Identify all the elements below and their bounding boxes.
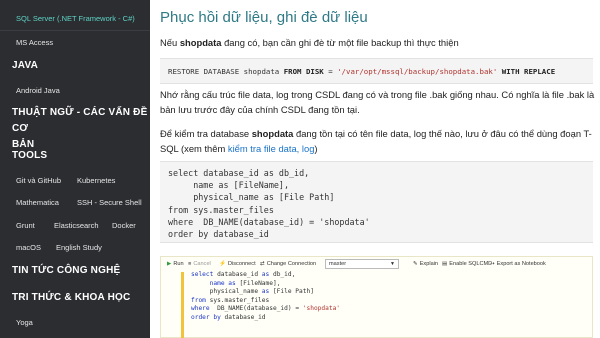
code-block-restore: RESTORE DATABASE shopdata FROM DISK = '/… (160, 58, 593, 84)
cancel-button[interactable]: ■ Cancel (188, 261, 211, 267)
sidebar-item-yoga[interactable]: Yoga (16, 318, 33, 327)
database-select[interactable]: master ▼ (325, 259, 399, 269)
change-connection-button[interactable]: ⇄ Change Connection (260, 261, 316, 267)
section-title: Phục hồi dữ liệu, ghi đè dữ liệu (160, 9, 368, 26)
paragraph-note: Nhớ rằng cấu trúc file data, log trong C… (160, 89, 595, 115)
sidebar-heading-tin-tuc[interactable]: TIN TỨC CÔNG NGHỆ (12, 263, 120, 279)
link-check-files[interactable]: kiểm tra file data, log (228, 143, 315, 154)
explain-icon: ✎ (413, 261, 418, 267)
change-marker (181, 272, 184, 338)
sql-line: physical_name as [File Path] (191, 288, 314, 296)
sidebar-item-android-java[interactable]: Android Java (16, 86, 60, 95)
editor-screenshot: ▶ Run ■ Cancel ⚡ Disconnect ⇄ Change Connect… (160, 256, 593, 338)
sidebar-item-ssh[interactable]: SSH - Secure Shell (77, 198, 142, 207)
code-line: physical_name as [File Path] (168, 192, 335, 203)
paragraph-intro: Nếu shopdata đang có, bạn cần ghi đè từ … (160, 37, 459, 48)
code-line: where DB_NAME(database_id) = 'shopdata' (168, 216, 370, 227)
disconnect-button[interactable]: ⚡ Disconnect (219, 261, 256, 267)
export-notebook-button[interactable]: ⇢ Export as Notebook (490, 261, 546, 267)
sidebar-item-elasticsearch[interactable]: Elasticsearch (54, 221, 99, 230)
sidebar-item-grunt[interactable]: Grunt (16, 221, 35, 230)
sql-line: select database_id as db_id, (191, 271, 296, 278)
export-icon: ⇢ (490, 261, 495, 267)
sidebar-item-english-study[interactable]: English Study (56, 243, 102, 252)
play-icon: ▶ (167, 261, 172, 267)
paragraph-check: Để kiểm tra database shopdata đang tồn t… (160, 128, 592, 154)
sql-text: select database_id as db_id, name as [Fi… (191, 271, 340, 323)
connection-icon: ⇄ (260, 261, 265, 267)
sql-line: order by database_id (191, 313, 266, 321)
sidebar-heading-thuat-ngu-line1: THUẬT NGỮ - CÁC VẤN ĐỀ CƠ (12, 107, 148, 134)
stop-icon: ■ (188, 261, 192, 267)
explain-button[interactable]: ✎ Explain (413, 261, 438, 267)
query-toolbar: ▶ Run ■ Cancel ⚡ Disconnect ⇄ Change Connect… (161, 257, 592, 272)
sidebar-nav: SQL Server (.NET Framework - C#) MS Acce… (0, 0, 150, 338)
sidebar-item-kubernetes[interactable]: Kubernetes (77, 176, 115, 185)
sql-line: where DB_NAME(database_id) = 'shopdata' (191, 305, 341, 313)
run-button[interactable]: ▶ Run (167, 261, 184, 267)
code-line: name as [FileName], (168, 180, 290, 191)
sidebar-item-docker[interactable]: Docker (112, 221, 136, 230)
sql-editor[interactable]: select database_id as db_id, name as [Fi… (161, 271, 592, 338)
code-block-query: select database_id as db_id, name as [Fi… (160, 161, 593, 243)
sql-line: name as [FileName], (209, 279, 281, 287)
sidebar-heading-java[interactable]: JAVA (12, 58, 38, 74)
code-line: order by database_id (168, 229, 269, 240)
article-content: Phục hồi dữ liệu, ghi đè dữ liệu Nếu sho… (150, 0, 600, 338)
sidebar-heading-tools[interactable]: TOOLS (12, 148, 47, 164)
sql-line: from sys.master_files (191, 296, 270, 304)
sqlcmd-icon: ▤ (442, 261, 448, 267)
code-line: select database_id as db_id, (168, 168, 310, 178)
sidebar-heading-thuat-ngu[interactable]: THUẬT NGỮ - CÁC VẤN ĐỀ CƠ BẢN (12, 105, 150, 153)
sidebar-item-ms-access[interactable]: MS Access (16, 38, 53, 47)
enable-sqlcmd-button[interactable]: ▤ Enable SQLCMD (442, 261, 492, 267)
sidebar-item-git[interactable]: Git và GitHub (16, 176, 61, 185)
sidebar-item-mathematica[interactable]: Mathematica (16, 198, 59, 207)
sidebar-heading-tri-thuc[interactable]: TRI THỨC & KHOA HỌC (12, 290, 130, 306)
code-line: from sys.master_files (168, 204, 274, 215)
chevron-down-icon: ▼ (390, 261, 395, 267)
disconnect-icon: ⚡ (219, 261, 226, 267)
sidebar-item-macos[interactable]: macOS (16, 243, 41, 252)
sidebar-item-sql-server[interactable]: SQL Server (.NET Framework - C#) (16, 14, 135, 23)
